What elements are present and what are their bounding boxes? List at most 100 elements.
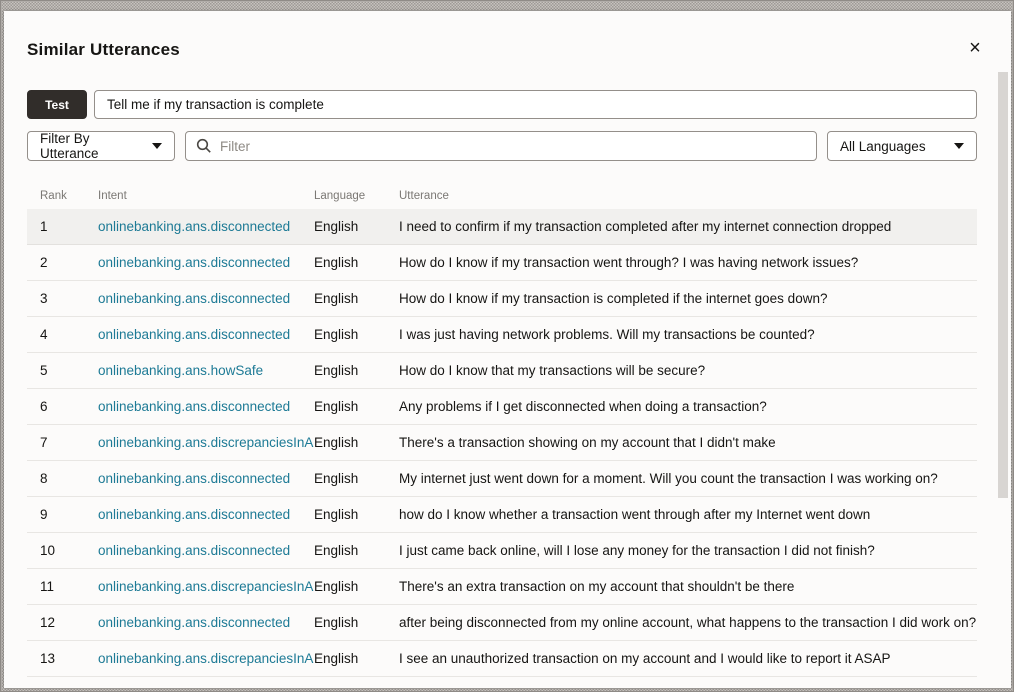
utterance-cell: My internet just went down for a moment.…	[399, 471, 977, 486]
language-cell: English	[314, 543, 399, 558]
intent-cell: onlinebanking.ans.howSafe	[98, 363, 314, 378]
table-row[interactable]: 1onlinebanking.ans.disconnectedEnglishI …	[27, 209, 977, 245]
rank-cell: 10	[27, 543, 98, 558]
table-row[interactable]: 13onlinebanking.ans.discrepanciesInAccEn…	[27, 641, 977, 677]
intent-cell: onlinebanking.ans.disconnected	[98, 507, 314, 522]
vertical-scrollbar-thumb[interactable]	[998, 72, 1008, 498]
rank-cell: 1	[27, 219, 98, 234]
chevron-down-icon	[954, 143, 964, 149]
close-icon[interactable]: ×	[962, 35, 988, 61]
table-header: Rank Intent Language Utterance	[27, 183, 977, 209]
column-header-utterance: Utterance	[399, 190, 977, 202]
rank-cell: 5	[27, 363, 98, 378]
utterance-cell: How do I know that my transactions will …	[399, 363, 977, 378]
column-header-rank: Rank	[27, 190, 98, 202]
test-utterance-bar: Test	[27, 90, 977, 119]
intent-cell: onlinebanking.ans.disconnected	[98, 255, 314, 270]
rank-cell: 6	[27, 399, 98, 414]
intent-link[interactable]: onlinebanking.ans.discrepanciesInAcc	[98, 435, 314, 450]
table-row[interactable]: 7onlinebanking.ans.discrepanciesInAccEng…	[27, 425, 977, 461]
intent-link[interactable]: onlinebanking.ans.disconnected	[98, 219, 290, 234]
search-icon	[196, 138, 212, 154]
table-row[interactable]: 12onlinebanking.ans.disconnectedEnglisha…	[27, 605, 977, 641]
screen-background: Similar Utterances × Test Filter By Utte…	[0, 0, 1014, 692]
language-cell: English	[314, 507, 399, 522]
language-cell: English	[314, 327, 399, 342]
rank-cell: 3	[27, 291, 98, 306]
language-cell: English	[314, 363, 399, 378]
table-row[interactable]: 2onlinebanking.ans.disconnected EnglishHo…	[27, 245, 977, 281]
rank-cell: 8	[27, 471, 98, 486]
language-cell: English	[314, 651, 399, 666]
rank-cell: 2	[27, 255, 98, 270]
intent-link[interactable]: onlinebanking.ans.howSafe	[98, 363, 263, 378]
utterance-cell: There's a transaction showing on my acco…	[399, 435, 977, 450]
utterance-cell: I see an unauthorized transaction on my …	[399, 651, 977, 666]
intent-cell: onlinebanking.ans.discrepanciesInAcc	[98, 435, 314, 450]
rank-cell: 13	[27, 651, 98, 666]
utterance-cell: I just came back online, will I lose any…	[399, 543, 977, 558]
language-cell: English	[314, 399, 399, 414]
utterance-cell: I need to confirm if my transaction comp…	[399, 219, 977, 234]
column-header-intent: Intent	[98, 190, 314, 202]
intent-cell: onlinebanking.ans.disconnected	[98, 543, 314, 558]
language-cell: English	[314, 291, 399, 306]
rank-cell: 7	[27, 435, 98, 450]
utterance-cell: how do I know whether a transaction went…	[399, 507, 977, 522]
language-cell: English	[314, 471, 399, 486]
table-row[interactable]: 9onlinebanking.ans.disconnected Englishho…	[27, 497, 977, 533]
rank-cell: 11	[27, 579, 98, 594]
similar-utterances-dialog: Similar Utterances × Test Filter By Utte…	[4, 11, 1011, 688]
language-dropdown-value: All Languages	[840, 139, 926, 154]
table-row[interactable]: 11onlinebanking.ans.discrepanciesInAccEn…	[27, 569, 977, 605]
intent-link[interactable]: onlinebanking.ans.disconnected	[98, 615, 290, 630]
intent-cell: onlinebanking.ans.disconnected	[98, 327, 314, 342]
language-dropdown[interactable]: All Languages	[827, 131, 977, 161]
intent-link[interactable]: onlinebanking.ans.disconnected	[98, 543, 290, 558]
filter-by-dropdown-value: Filter By Utterance	[40, 131, 144, 161]
filter-input[interactable]	[220, 139, 806, 154]
intent-link[interactable]: onlinebanking.ans.disconnected	[98, 291, 290, 306]
intent-cell: onlinebanking.ans.discrepanciesInAcc	[98, 579, 314, 594]
intent-link[interactable]: onlinebanking.ans.discrepanciesInAcc	[98, 579, 314, 594]
utterance-cell: Any problems if I get disconnected when …	[399, 399, 977, 414]
utterance-cell: I was just having network problems. Will…	[399, 327, 977, 342]
filter-search-box[interactable]	[185, 131, 817, 161]
intent-cell: onlinebanking.ans.disconnected	[98, 219, 314, 234]
vertical-scrollbar-track[interactable]	[997, 72, 1009, 686]
test-button[interactable]: Test	[27, 90, 87, 119]
table-row[interactable]: 4onlinebanking.ans.disconnected EnglishI …	[27, 317, 977, 353]
utterance-cell: How do I know if my transaction went thr…	[399, 255, 977, 270]
intent-link[interactable]: onlinebanking.ans.disconnected	[98, 255, 290, 270]
filter-bar: Filter By Utterance All Languages	[27, 131, 977, 161]
intent-link[interactable]: onlinebanking.ans.disconnected	[98, 471, 290, 486]
intent-cell: onlinebanking.ans.disconnected	[98, 291, 314, 306]
similar-utterances-table: Rank Intent Language Utterance 1onlineba…	[27, 183, 977, 677]
intent-cell: onlinebanking.ans.disconnected	[98, 399, 314, 414]
page-title: Similar Utterances	[27, 40, 180, 60]
table-row[interactable]: 8onlinebanking.ans.disconnected EnglishMy…	[27, 461, 977, 497]
utterance-cell: How do I know if my transaction is compl…	[399, 291, 977, 306]
table-row[interactable]: 3onlinebanking.ans.disconnected EnglishHo…	[27, 281, 977, 317]
intent-link[interactable]: onlinebanking.ans.disconnected	[98, 327, 290, 342]
intent-link[interactable]: onlinebanking.ans.disconnected	[98, 507, 290, 522]
table-row[interactable]: 6onlinebanking.ans.disconnected EnglishAn…	[27, 389, 977, 425]
utterance-cell: There's an extra transaction on my accou…	[399, 579, 977, 594]
rank-cell: 9	[27, 507, 98, 522]
intent-link[interactable]: onlinebanking.ans.disconnected	[98, 399, 290, 414]
chevron-down-icon	[152, 143, 162, 149]
language-cell: English	[314, 255, 399, 270]
column-header-language: Language	[314, 190, 399, 202]
intent-link[interactable]: onlinebanking.ans.discrepanciesInAcc	[98, 651, 314, 666]
test-utterance-input[interactable]	[94, 90, 977, 119]
table-row[interactable]: 5onlinebanking.ans.howSafe EnglishHow do …	[27, 353, 977, 389]
filter-by-dropdown[interactable]: Filter By Utterance	[27, 131, 175, 161]
intent-cell: onlinebanking.ans.disconnected	[98, 615, 314, 630]
table-row[interactable]: 10onlinebanking.ans.disconnected EnglishI…	[27, 533, 977, 569]
utterance-cell: after being disconnected from my online …	[399, 615, 977, 630]
intent-cell: onlinebanking.ans.discrepanciesInAcc	[98, 651, 314, 666]
language-cell: English	[314, 579, 399, 594]
rank-cell: 4	[27, 327, 98, 342]
table-body: 1onlinebanking.ans.disconnectedEnglishI …	[27, 209, 977, 677]
rank-cell: 12	[27, 615, 98, 630]
